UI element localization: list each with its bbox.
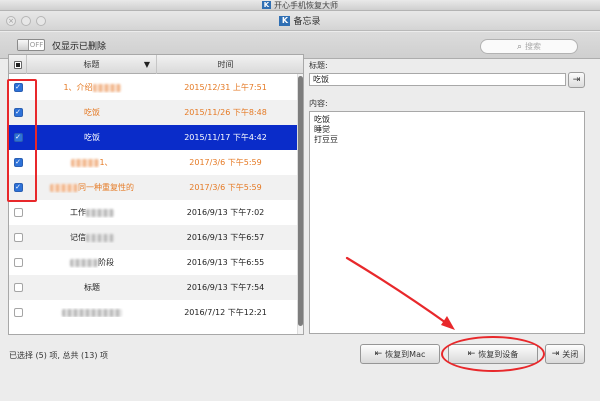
blurred-text	[70, 258, 98, 267]
row-time: 2016/7/12 下午12:21	[184, 308, 267, 317]
row-time: 2015/12/31 上午7:51	[184, 83, 267, 92]
row-time: 2017/3/6 下午5:59	[189, 158, 262, 167]
table-row[interactable]: ✓ 吃饭 2015/11/26 下午8:48	[9, 100, 297, 125]
row-title: 标题	[84, 283, 100, 292]
toggle-state: OFF	[29, 41, 44, 49]
row-title: 工作	[27, 207, 157, 218]
blurred-text	[92, 83, 121, 92]
export-icon: ⇥	[572, 75, 581, 85]
column-header-title[interactable]: 标题 ▼	[27, 55, 157, 74]
content-area[interactable]: 吃饭 睡觉 打豆豆	[309, 111, 585, 334]
close-button[interactable]: ⇥ 关闭	[545, 344, 585, 364]
restore-to-mac-button[interactable]: ⇤ 恢复到Mac	[360, 344, 440, 364]
restore-mac-label: 恢复到Mac	[385, 349, 426, 359]
table-row[interactable]: ✓ 1、 2017/3/6 下午5:59	[9, 150, 297, 175]
row-title: 记信	[27, 232, 157, 243]
row-title: 吃饭	[84, 133, 100, 142]
row-title	[27, 308, 157, 317]
row-title: 1、	[27, 157, 157, 168]
row-title: 阶段	[27, 257, 157, 268]
export-title-button[interactable]: ⇥	[568, 72, 585, 88]
table-row[interactable]: 阶段 2016/9/13 下午6:55	[9, 250, 297, 275]
app-title: 开心手机恢复大师	[274, 0, 338, 10]
table-row[interactable]: 标题 2016/9/13 下午7:54	[9, 275, 297, 300]
window-logo-icon: K	[279, 15, 291, 26]
memo-list: 标题 ▼ 时间 ✓ 1、介绍 2015/12/31 上午7:51 ✓ 吃饭 20…	[8, 54, 304, 335]
content-line: 打豆豆	[314, 135, 338, 144]
row-checkbox[interactable]	[13, 208, 23, 217]
row-time: 2016/9/13 下午6:55	[186, 258, 265, 267]
content-line: 睡觉	[314, 125, 330, 134]
title-label: 标题:	[309, 61, 328, 70]
blurred-text	[86, 208, 114, 217]
table-row[interactable]: ✓ 同一种重复性的 2017/3/6 下午5:59	[9, 175, 297, 200]
row-checkbox[interactable]	[13, 308, 23, 317]
search-input[interactable]: ⌕ 搜索	[480, 39, 578, 54]
content-label: 内容:	[309, 99, 328, 108]
row-time: 2017/3/6 下午5:59	[189, 183, 262, 192]
minimize-window-icon[interactable]	[21, 16, 31, 26]
table-row[interactable]: ✓ 1、介绍 2015/12/31 上午7:51	[9, 75, 297, 100]
restore-mac-icon: ⇤	[374, 349, 383, 359]
restore-device-icon: ⇤	[467, 349, 476, 359]
scroll-thumb[interactable]	[298, 76, 303, 326]
row-checkbox[interactable]: ✓	[13, 133, 23, 142]
close-label: 关闭	[562, 349, 579, 359]
window-titlebar: × K 备忘录	[0, 11, 600, 31]
row-title: 1、介绍	[27, 82, 157, 93]
select-all-checkbox[interactable]	[9, 55, 27, 74]
close-icon: ⇥	[551, 349, 560, 359]
blurred-text	[86, 233, 114, 242]
column-title-label: 标题	[83, 60, 100, 69]
sort-descending-icon: ▼	[143, 60, 150, 69]
content-line: 吃饭	[314, 115, 330, 124]
blurred-text	[71, 158, 100, 167]
window-controls: ×	[6, 16, 46, 26]
row-time: 2016/9/13 下午6:57	[186, 233, 265, 242]
row-checkbox[interactable]: ✓	[13, 183, 23, 192]
row-checkbox[interactable]: ✓	[13, 108, 23, 117]
search-placeholder: 搜索	[525, 42, 542, 51]
row-title: 同一种重复性的	[27, 182, 157, 193]
toggle-label: 仅显示已删除	[52, 42, 107, 52]
title-field[interactable]: 吃饭	[309, 73, 566, 86]
column-time-label: 时间	[217, 60, 234, 69]
row-time: 2015/11/17 下午4:42	[184, 133, 267, 142]
restore-device-label: 恢复到设备	[478, 349, 519, 359]
window-title: 备忘录	[293, 17, 321, 27]
deleted-only-toggle[interactable]: OFF	[17, 39, 45, 51]
list-scrollbar[interactable]	[297, 74, 303, 334]
row-time: 2016/9/13 下午7:54	[186, 283, 265, 292]
restore-to-device-button[interactable]: ⇤ 恢复到设备	[448, 344, 538, 364]
zoom-window-icon[interactable]	[36, 16, 46, 26]
toggle-knob	[18, 40, 29, 50]
blurred-text	[50, 183, 78, 192]
list-header: 标题 ▼ 时间	[9, 55, 303, 74]
row-checkbox[interactable]	[13, 233, 23, 242]
row-checkbox[interactable]: ✓	[13, 83, 23, 92]
row-time: 2016/9/13 下午7:02	[186, 208, 265, 217]
table-row[interactable]: 工作 2016/9/13 下午7:02	[9, 200, 297, 225]
row-title: 吃饭	[84, 108, 100, 117]
row-time: 2015/11/26 下午8:48	[184, 108, 267, 117]
app-logo-icon: K	[262, 1, 271, 9]
select-all-box	[13, 60, 22, 69]
row-checkbox[interactable]: ✓	[13, 158, 23, 167]
row-checkbox[interactable]	[13, 283, 23, 292]
column-header-time[interactable]: 时间	[157, 55, 294, 74]
search-icon: ⌕	[516, 41, 523, 52]
row-checkbox[interactable]	[13, 258, 23, 267]
app-titlebar: K 开心手机恢复大师	[0, 0, 600, 11]
selection-status: 已选择 (5) 项, 总共 (13) 项	[9, 351, 109, 360]
blurred-text	[62, 308, 122, 317]
table-row[interactable]: ✓ 吃饭 2015/11/17 下午4:42	[9, 125, 297, 150]
close-window-icon[interactable]: ×	[6, 16, 16, 26]
table-row[interactable]: 记信 2016/9/13 下午6:57	[9, 225, 297, 250]
table-row[interactable]: 2016/7/12 下午12:21	[9, 300, 297, 325]
